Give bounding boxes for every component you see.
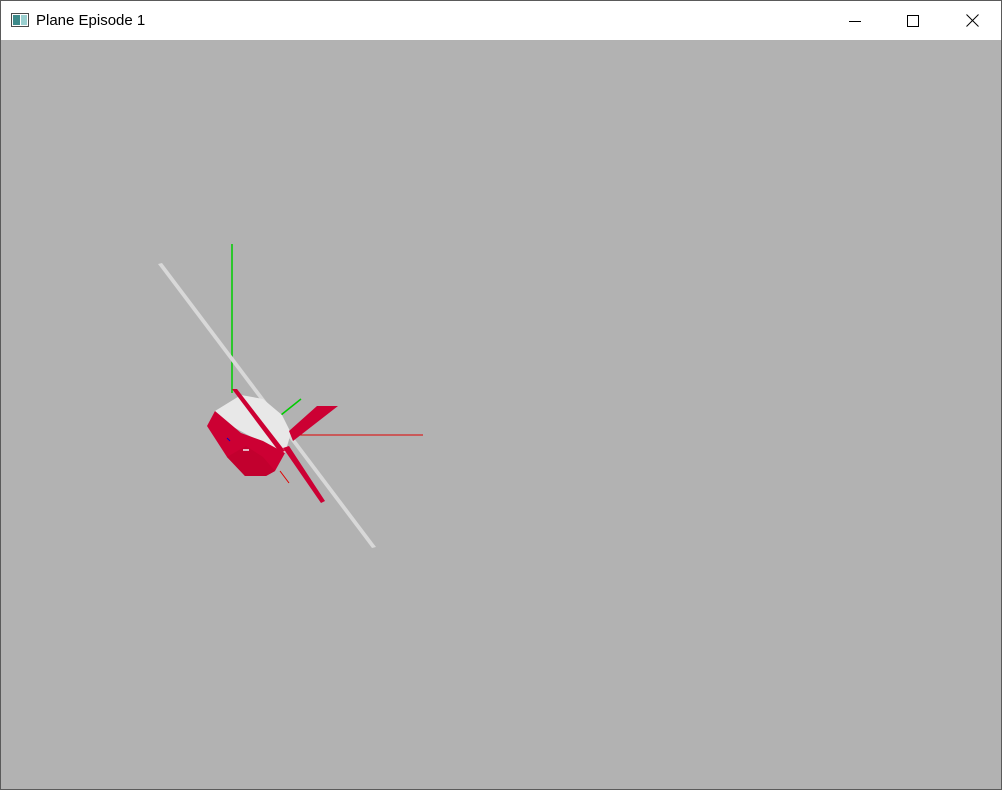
close-icon xyxy=(965,14,979,27)
app-icon xyxy=(11,13,29,27)
tail-plane xyxy=(289,406,338,441)
maximize-button[interactable] xyxy=(884,1,942,40)
minimize-icon xyxy=(849,20,861,22)
x-axis-stub-line xyxy=(279,470,290,484)
render-viewport[interactable] xyxy=(1,40,1001,789)
title-bar[interactable]: Plane Episode 1 xyxy=(1,1,1001,40)
app-window: Plane Episode 1 xyxy=(0,0,1002,790)
maximize-icon xyxy=(907,14,919,27)
close-button[interactable] xyxy=(943,1,1001,40)
minimize-button[interactable] xyxy=(826,1,884,40)
window-title: Plane Episode 1 xyxy=(36,12,146,29)
y-axis-secondary-line xyxy=(280,398,302,416)
plane-scene xyxy=(158,244,423,548)
